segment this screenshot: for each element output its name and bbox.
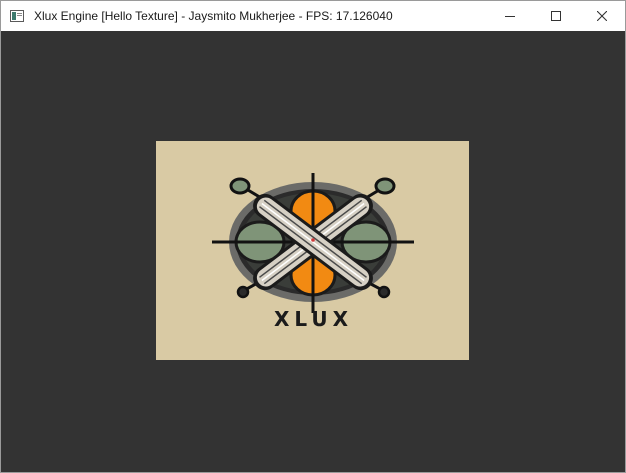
logo-wordmark: XLUX xyxy=(273,307,354,331)
minimize-icon xyxy=(505,11,515,21)
close-button[interactable] xyxy=(579,1,625,31)
maximize-button[interactable] xyxy=(533,1,579,31)
app-window: Xlux Engine [Hello Texture] - Jaysmito M… xyxy=(0,0,626,473)
app-icon xyxy=(10,9,24,22)
window-title: Xlux Engine [Hello Texture] - Jaysmito M… xyxy=(34,9,393,23)
title-bar[interactable]: Xlux Engine [Hello Texture] - Jaysmito M… xyxy=(1,1,625,31)
texture-quad: XLUX xyxy=(156,141,469,360)
maximize-icon xyxy=(551,11,561,21)
render-viewport[interactable]: XLUX xyxy=(1,31,625,472)
close-icon xyxy=(597,11,607,21)
minimize-button[interactable] xyxy=(487,1,533,31)
